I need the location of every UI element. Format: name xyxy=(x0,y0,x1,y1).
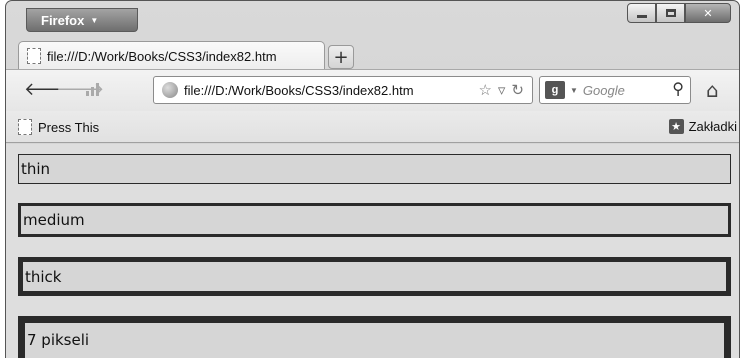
box-label: thin xyxy=(21,160,51,178)
close-button[interactable]: ✕ xyxy=(685,3,731,23)
page-icon xyxy=(18,119,32,135)
maximize-icon xyxy=(665,9,676,17)
address-bar[interactable]: file:///D:/Work/Books/CSS3/index82.htm ☆… xyxy=(153,76,533,104)
window-controls: ✕ xyxy=(627,3,731,23)
firefox-menu-label: Firefox xyxy=(41,12,85,28)
maximize-button[interactable] xyxy=(656,3,685,23)
globe-icon xyxy=(162,82,178,98)
box-medium: medium xyxy=(18,203,731,237)
bookmarks-menu-label: Zakładki xyxy=(688,119,737,134)
bookmark-star-icon: ★ xyxy=(668,119,684,134)
box-thin: thin xyxy=(18,154,731,184)
close-icon: ✕ xyxy=(703,6,713,20)
bookmarks-bar: Press This ★ Zakładki xyxy=(6,111,739,143)
tab-active[interactable]: file:///D:/Work/Books/CSS3/index82.htm xyxy=(18,41,325,70)
minimize-button[interactable] xyxy=(627,3,656,23)
dropdown-icon[interactable]: ▿ xyxy=(498,81,506,99)
plus-icon: + xyxy=(333,46,349,68)
search-placeholder: Google xyxy=(582,82,625,98)
box-thick: thick xyxy=(18,257,731,296)
home-icon[interactable]: ⌂ xyxy=(706,78,719,102)
tab-strip: file:///D:/Work/Books/CSS3/index82.htm + xyxy=(6,35,739,70)
bookmarks-menu[interactable]: ★ Zakładki xyxy=(668,119,737,134)
page-content: thin medium thick 7 pikseli xyxy=(6,144,739,358)
search-bar[interactable]: g ▼ Google ⚲ xyxy=(539,76,691,104)
browser-window: Firefox ▼ ✕ file:///D:/Work/Books/CSS3/i… xyxy=(5,0,740,358)
reload-icon[interactable]: ↻ xyxy=(511,81,524,99)
address-bar-icons: ☆ ▿ ↻ xyxy=(478,81,524,99)
chevron-down-icon[interactable]: ▼ xyxy=(570,86,578,95)
google-icon[interactable]: g xyxy=(545,81,565,99)
bookmark-item-press-this[interactable]: Press This xyxy=(18,119,99,135)
box-label: medium xyxy=(23,211,85,229)
signal-icon xyxy=(86,82,99,96)
minimize-icon xyxy=(636,14,647,18)
page-icon xyxy=(27,48,41,64)
tab-title: file:///D:/Work/Books/CSS3/index82.htm xyxy=(47,48,277,64)
chevron-down-icon: ▼ xyxy=(90,15,99,25)
title-bar: Firefox ▼ ✕ xyxy=(6,1,739,35)
box-7px: 7 pikseli xyxy=(18,316,731,358)
box-label: 7 pikseli xyxy=(27,331,90,349)
search-icon[interactable]: ⚲ xyxy=(672,79,684,99)
url-text: file:///D:/Work/Books/CSS3/index82.htm xyxy=(184,82,414,98)
navigation-bar: 🡐 🡒 file:///D:/Work/Books/CSS3/index82.h… xyxy=(6,69,739,111)
new-tab-button[interactable]: + xyxy=(328,45,354,69)
firefox-menu-button[interactable]: Firefox ▼ xyxy=(26,8,138,32)
bookmark-label: Press This xyxy=(38,119,100,135)
star-icon[interactable]: ☆ xyxy=(478,81,491,99)
box-label: thick xyxy=(25,267,62,286)
